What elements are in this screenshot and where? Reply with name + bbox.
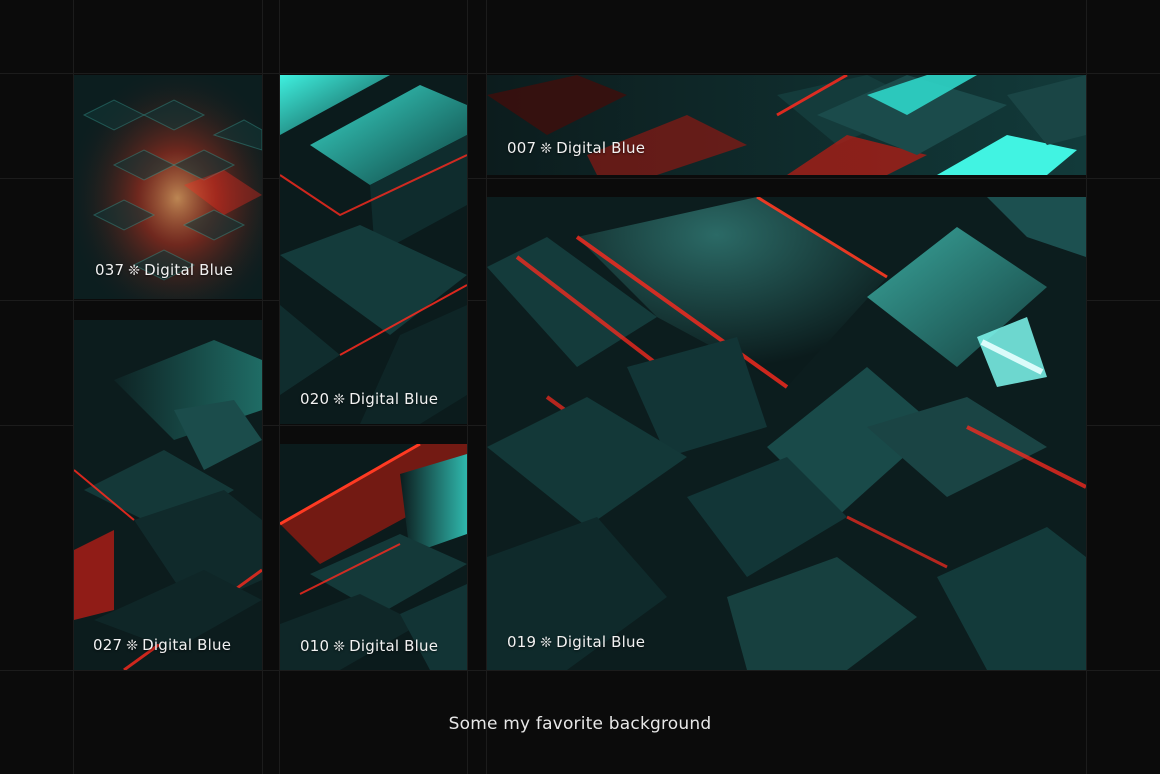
tile-image [487, 197, 1086, 670]
tile-label: 010 ❊ Digital Blue [300, 637, 439, 655]
background-tile-037[interactable]: 037 ❊ Digital Blue [74, 75, 262, 299]
background-tile-007[interactable]: 007 ❊ Digital Blue [487, 75, 1086, 175]
grid-guide [262, 0, 263, 774]
grid-guide [467, 0, 468, 774]
tile-image [280, 75, 467, 424]
tile-image [487, 75, 1086, 175]
grid-guide [1086, 0, 1087, 774]
tile-image [74, 320, 262, 670]
background-tile-027[interactable]: 027 ❊ Digital Blue [74, 320, 262, 670]
grid-guide [0, 73, 1160, 74]
background-tile-010[interactable]: 010 ❊ Digital Blue [280, 444, 467, 670]
grid-guide [0, 670, 1160, 671]
tile-label: 027 ❊ Digital Blue [93, 636, 232, 654]
tile-label: 007 ❊ Digital Blue [507, 139, 646, 157]
page-caption: Some my favorite background [448, 714, 712, 734]
tile-label: 037 ❊ Digital Blue [95, 261, 234, 279]
background-tile-020[interactable]: 020 ❊ Digital Blue [280, 75, 467, 424]
tile-label: 019 ❊ Digital Blue [507, 633, 646, 651]
background-tile-019[interactable]: 019 ❊ Digital Blue [487, 197, 1086, 670]
tile-label: 020 ❊ Digital Blue [300, 390, 439, 408]
